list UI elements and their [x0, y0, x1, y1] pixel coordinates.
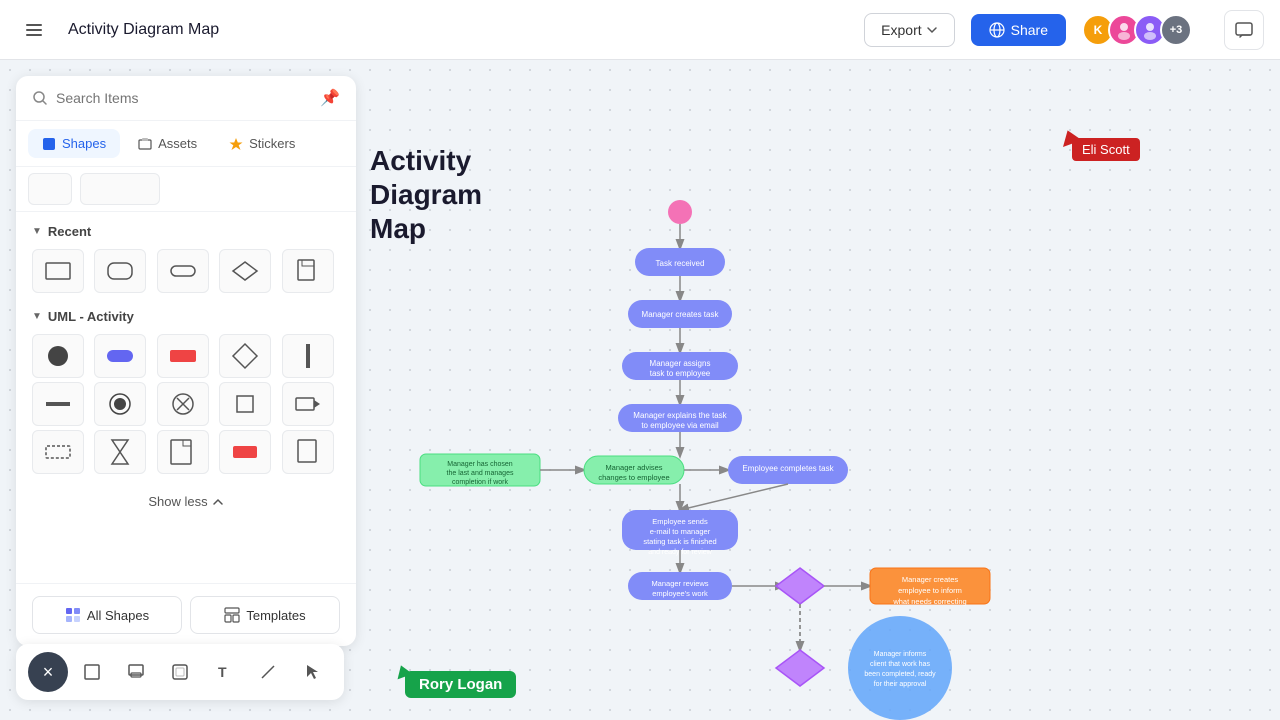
svg-text:changes to employee: changes to employee — [598, 473, 669, 482]
uml-final-node[interactable] — [94, 382, 146, 426]
all-shapes-button[interactable]: All Shapes — [32, 596, 182, 634]
svg-text:completion if work: completion if work — [452, 479, 509, 486]
uml-action[interactable] — [94, 334, 146, 378]
shape-tab-2[interactable] — [80, 173, 160, 205]
search-input[interactable] — [56, 90, 312, 106]
avatar-group: K +3 — [1082, 14, 1192, 46]
svg-text:Map: Map — [370, 213, 426, 244]
uml-red-action[interactable] — [157, 334, 209, 378]
shapes-content: ▼ Recent ▼ — [16, 212, 356, 583]
templates-button[interactable]: Templates — [190, 596, 340, 634]
svg-text:Employee sends: Employee sends — [652, 517, 708, 526]
svg-text:stating task is finished: stating task is finished — [643, 537, 716, 546]
uml-join[interactable] — [32, 382, 84, 426]
uml-fork[interactable] — [282, 334, 334, 378]
line-tool[interactable] — [248, 652, 288, 692]
svg-text:Manager creates: Manager creates — [902, 575, 959, 584]
section-uml[interactable]: ▼ UML - Activity — [32, 309, 340, 324]
eli-cursor-label: Eli Scott — [1072, 138, 1140, 161]
tab-assets[interactable]: Assets — [124, 129, 211, 158]
layers-tool[interactable] — [116, 652, 156, 692]
uml-comment[interactable] — [282, 430, 334, 474]
export-button[interactable]: Export — [864, 13, 954, 47]
svg-text:employee's work: employee's work — [652, 589, 708, 598]
uml-initial-node[interactable] — [32, 334, 84, 378]
uml-expansion[interactable] — [32, 430, 84, 474]
svg-text:the last and manages: the last and manages — [447, 470, 514, 477]
left-panel: 📌 Shapes Assets Stickers ▼ Recent — [16, 76, 356, 646]
tab-shapes[interactable]: Shapes — [28, 129, 120, 158]
svg-text:to employee via email: to employee via email — [641, 421, 719, 430]
svg-text:client that work has: client that work has — [870, 661, 930, 668]
shape-tab-1[interactable] — [28, 173, 72, 205]
tab-stickers[interactable]: Stickers — [215, 129, 309, 158]
section-recent[interactable]: ▼ Recent — [32, 224, 340, 239]
uml-note[interactable] — [157, 430, 209, 474]
svg-text:Employee completes task: Employee completes task — [742, 464, 834, 473]
search-icon — [32, 90, 48, 106]
close-button[interactable]: × — [28, 652, 68, 692]
diagram-svg: Activity Diagram Map Task received Manag… — [360, 120, 1060, 720]
shape-diamond[interactable] — [219, 249, 271, 293]
svg-text:e-mail to manager: e-mail to manager — [650, 527, 711, 536]
svg-text:Manager informs: Manager informs — [874, 651, 927, 658]
uml-object-node[interactable] — [219, 382, 271, 426]
svg-text:Activity: Activity — [370, 145, 472, 176]
panel-footer: All Shapes Templates — [16, 583, 356, 646]
shape-rounded-rect[interactable] — [94, 249, 146, 293]
svg-text:task to employee: task to employee — [650, 369, 711, 378]
svg-text:what needs correcting: what needs correcting — [892, 597, 966, 606]
uml-pin[interactable] — [282, 382, 334, 426]
share-button[interactable]: Share — [971, 14, 1066, 46]
svg-text:Diagram: Diagram — [370, 179, 482, 210]
svg-text:for their approval: for their approval — [874, 681, 927, 688]
svg-text:Manager reviews: Manager reviews — [651, 579, 708, 588]
pointer-tool[interactable] — [292, 652, 332, 692]
bottom-toolbar: × T — [16, 644, 344, 700]
uml-shapes-grid — [32, 334, 340, 474]
svg-text:Manager assigns: Manager assigns — [650, 359, 711, 368]
rory-cursor-label: Rory Logan — [405, 671, 516, 698]
svg-text:Manager has chosen: Manager has chosen — [447, 461, 512, 468]
rectangle-tool[interactable] — [72, 652, 112, 692]
svg-text:Manager advises: Manager advises — [605, 463, 662, 472]
svg-text:T: T — [218, 664, 227, 680]
svg-text:Task received: Task received — [656, 259, 705, 268]
show-less-toggle[interactable]: Show less — [32, 490, 340, 517]
diagram-title: Activity Diagram Map — [68, 21, 848, 39]
uml-interrupt[interactable] — [219, 430, 271, 474]
menu-button[interactable] — [16, 12, 52, 48]
comment-button[interactable] — [1224, 10, 1264, 50]
avatar-count[interactable]: +3 — [1160, 14, 1192, 46]
frame-tool[interactable] — [160, 652, 200, 692]
search-area: 📌 — [16, 76, 356, 121]
shape-stadium[interactable] — [157, 249, 209, 293]
uml-decision[interactable] — [219, 334, 271, 378]
recent-shapes-grid — [32, 249, 340, 293]
shape-rectangle[interactable] — [32, 249, 84, 293]
topbar: Activity Diagram Map Export Share K +3 — [0, 0, 1280, 60]
tab-row: Shapes Assets Stickers — [16, 121, 356, 167]
svg-text:been completed, ready: been completed, ready — [864, 671, 936, 678]
share-label: Share — [1011, 22, 1048, 38]
svg-text:Manager creates task: Manager creates task — [642, 310, 720, 319]
svg-text:employee to inform: employee to inform — [898, 586, 962, 595]
text-tool[interactable]: T — [204, 652, 244, 692]
export-label: Export — [881, 22, 921, 38]
svg-text:Manager explains the task: Manager explains the task — [633, 411, 727, 420]
shape-document[interactable] — [282, 249, 334, 293]
uml-flow-final[interactable] — [157, 382, 209, 426]
pin-icon[interactable]: 📌 — [320, 88, 340, 108]
uml-time-event[interactable] — [94, 430, 146, 474]
